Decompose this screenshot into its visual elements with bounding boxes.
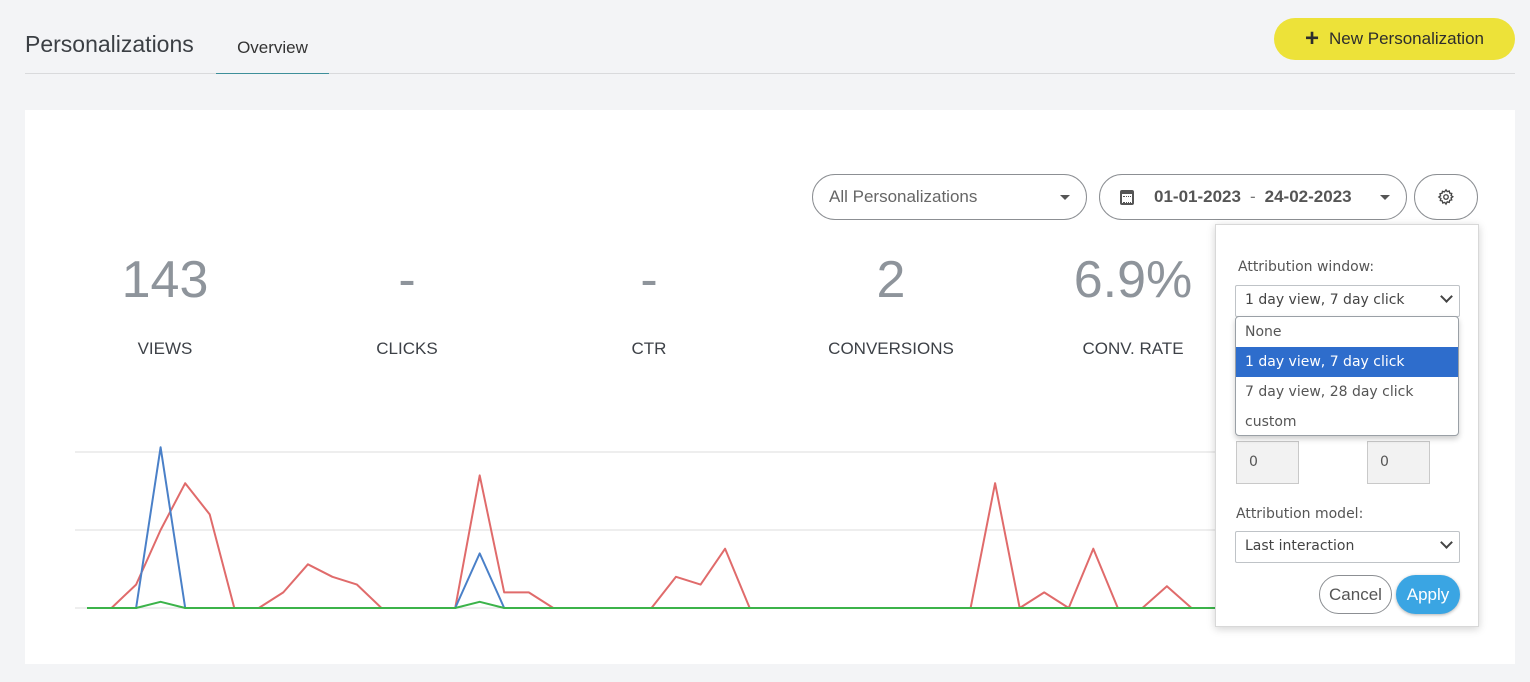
clicks-label: CLICKS <box>376 339 438 358</box>
personalization-select-value: All Personalizations <box>829 187 978 206</box>
dropdown-option-7d-view-28d-click[interactable]: 7 day view, 28 day click <box>1236 377 1458 407</box>
date-range-picker[interactable]: 01-01-2023 - 24-02-2023 <box>1099 174 1407 220</box>
custom-click-days-input[interactable]: 0 <box>1367 441 1430 484</box>
date-end: 24-02-2023 <box>1264 187 1352 206</box>
apply-button[interactable]: Apply <box>1396 575 1460 614</box>
views-value: 143 <box>121 251 209 309</box>
ctr-value: - <box>640 251 658 309</box>
conversions-value: 2 <box>876 251 906 309</box>
date-separator: - <box>1249 187 1256 206</box>
caret-down-icon <box>1060 195 1070 200</box>
attribution-model-select[interactable]: Last interaction <box>1235 531 1460 563</box>
chevron-down-icon <box>1440 290 1453 303</box>
tab-overview-label: Overview <box>237 38 308 57</box>
cancel-button[interactable]: Cancel <box>1319 575 1392 614</box>
ctr-label: CTR <box>631 339 667 358</box>
chevron-down-icon <box>1440 536 1453 549</box>
attribution-window-label: Attribution window: <box>1238 259 1375 275</box>
dropdown-option-none[interactable]: None <box>1236 317 1458 347</box>
conversions-label: CONVERSIONS <box>828 339 954 358</box>
chart-series-line-1 <box>87 446 1216 609</box>
gear-icon <box>1437 188 1455 206</box>
clicks-value: - <box>398 251 416 309</box>
performance-chart <box>75 446 1225 609</box>
attribution-model-value: Last interaction <box>1245 538 1355 554</box>
settings-button[interactable] <box>1414 174 1478 220</box>
views-label: VIEWS <box>137 339 193 358</box>
attribution-window-dropdown: None 1 day view, 7 day click 7 day view,… <box>1235 316 1459 436</box>
dropdown-option-custom[interactable]: custom <box>1236 407 1458 435</box>
chart-series-line-0 <box>87 474 1216 609</box>
new-personalization-button[interactable]: + New Personalization <box>1274 18 1515 60</box>
chart-series-line-2 <box>87 600 1216 609</box>
attribution-window-select[interactable]: 1 day view, 7 day click <box>1235 285 1460 317</box>
attribution-window-value: 1 day view, 7 day click <box>1245 292 1405 308</box>
attribution-model-label: Attribution model: <box>1236 506 1364 522</box>
plus-icon: + <box>1305 25 1320 52</box>
calendar-icon <box>1120 189 1134 205</box>
caret-down-icon <box>1380 195 1390 200</box>
tab-overview[interactable]: Overview <box>216 37 329 74</box>
custom-view-days-input[interactable]: 0 <box>1236 441 1299 484</box>
page-title: Personalizations <box>25 31 194 57</box>
top-bar: Personalizations Overview + New Personal… <box>25 0 1515 74</box>
dropdown-option-1d-view-7d-click[interactable]: 1 day view, 7 day click <box>1236 347 1458 377</box>
personalization-select[interactable]: All Personalizations <box>812 174 1087 220</box>
new-personalization-label: New Personalization <box>1329 29 1484 48</box>
date-start: 01-01-2023 <box>1154 187 1241 206</box>
